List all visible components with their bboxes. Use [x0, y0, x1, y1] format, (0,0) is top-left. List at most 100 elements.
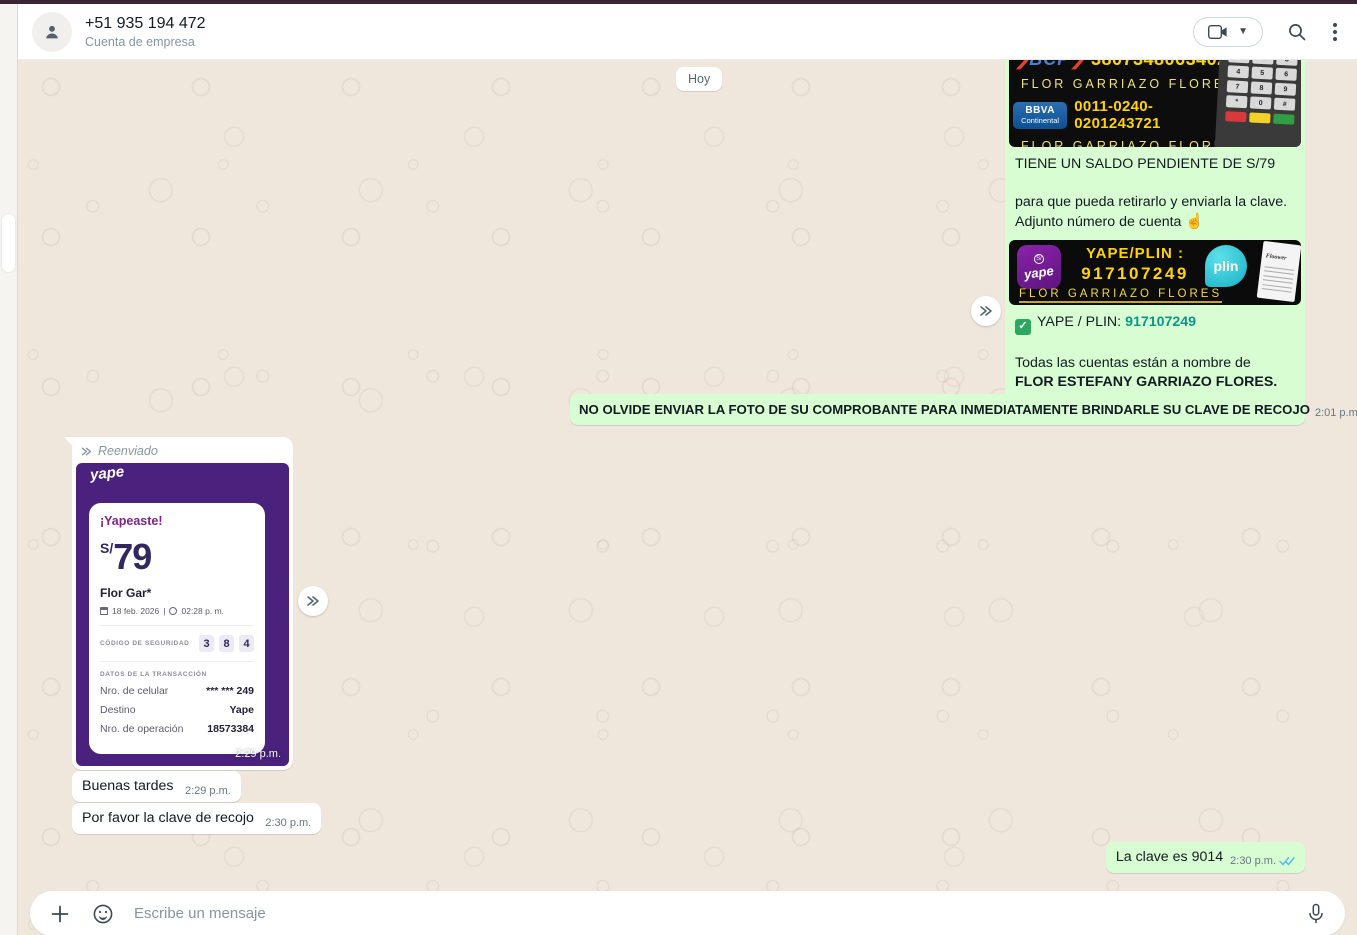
whatsapp-window: +51 935 194 472 Cuenta de empresa ▼ Hoy	[0, 0, 1357, 935]
message-composer	[30, 891, 1345, 935]
plin-logo: plin	[1205, 245, 1247, 287]
security-digit: 3	[199, 635, 214, 652]
pos-key: 9	[1275, 83, 1297, 96]
yape-plin-heading: YAPE/PLIN :	[1069, 245, 1201, 262]
search-button[interactable]	[1287, 22, 1307, 42]
yape-app-icon: S/ yape	[1017, 245, 1061, 289]
receipt-title: ¡Yapeaste!	[100, 514, 254, 528]
pos-key: 8	[1251, 81, 1273, 94]
pos-key: 0	[1250, 96, 1272, 109]
forward-icon	[978, 304, 994, 318]
bcp-owner-name: FLOR GARRIAZO FLORES	[1021, 77, 1219, 91]
timestamp: 2:30 p.m.	[1230, 855, 1276, 867]
receipt-time: 02:28 p. m.	[181, 606, 224, 616]
sticker-button[interactable]	[88, 899, 118, 929]
voice-message-button[interactable]	[1303, 899, 1329, 929]
yape-plin-image[interactable]: S/ yape YAPE/PLIN : 917107249 plin Floow…	[1009, 240, 1301, 305]
chat-header: +51 935 194 472 Cuenta de empresa ▼	[18, 4, 1357, 60]
bbva-account-row: BBVA Continental 0011-0240-0201243721	[1013, 98, 1219, 132]
transaction-row: Nro. de celular *** *** 249	[100, 685, 254, 697]
person-icon	[41, 21, 63, 43]
contact-status: Cuenta de empresa	[85, 35, 1193, 49]
yape-line2: Todas las cuentas están a nombre de	[1015, 354, 1295, 373]
timestamp: 2:29 p.m.	[185, 785, 231, 797]
message-text: NO OLVIDE ENVIAR LA FOTO DE SU COMPROBAN…	[579, 400, 1310, 419]
message-text: La clave es 9014	[1116, 848, 1223, 867]
pos-key: #	[1274, 98, 1296, 111]
pos-key: *	[1226, 95, 1248, 108]
pos-key: 7	[1227, 80, 1249, 93]
forward-icon	[80, 446, 93, 457]
timestamp: 2:30 p.m.	[265, 817, 311, 829]
security-code-row: CÓDIGO DE SEGURIDAD 3 8 4	[100, 635, 254, 652]
message-text: Buenas tardes	[82, 778, 174, 794]
row-value: Yape	[229, 704, 254, 716]
separator: |	[163, 606, 165, 616]
search-icon	[1287, 22, 1307, 42]
row-value: 18573384	[207, 723, 254, 735]
security-digit: 4	[239, 635, 254, 652]
yape-number-link[interactable]: 917107249	[1125, 314, 1196, 330]
bbva-owner-name: FLOR GARRIAZO FLORES	[1021, 139, 1219, 147]
check-mark-emoji: ✓	[1015, 319, 1031, 335]
row-label: Nro. de celular	[100, 685, 168, 697]
left-rail	[0, 4, 18, 935]
forward-button[interactable]	[971, 296, 1001, 326]
message-outgoing-key[interactable]: La clave es 9014 2:30 p.m.	[1106, 842, 1305, 873]
forward-button[interactable]	[298, 586, 328, 616]
pos-key: 5	[1251, 66, 1273, 79]
mic-icon	[1307, 903, 1325, 925]
timestamp: 2:29 p.m.	[235, 748, 281, 760]
plin-logo-text: plin	[1214, 258, 1239, 274]
rail-scroll-thumb[interactable]	[2, 214, 15, 272]
contact-avatar[interactable]	[32, 12, 72, 52]
receipt-amount: S/79	[100, 536, 254, 578]
transaction-row: Destino Yape	[100, 704, 254, 716]
receipt-paper-illustration: Floower	[1257, 241, 1301, 302]
pointing-up-emoji: ☝	[1185, 213, 1204, 230]
transaction-row: Nro. de operación 18573384	[100, 723, 254, 735]
forward-icon	[305, 594, 321, 608]
receipt-card: ¡Yapeaste! S/79 Flor Gar* 18 feb. 2026 |…	[89, 503, 265, 754]
saldo-line2: para que pueda retirarlo y enviarla la c…	[1015, 193, 1295, 212]
message-incoming-greeting[interactable]: Buenas tardes 2:29 p.m.	[72, 771, 241, 802]
pos-key: 4	[1227, 65, 1249, 78]
message-text: TIENE UN SALDO PENDIENTE DE S/79 para qu…	[1009, 147, 1301, 232]
yape-owner-name: FLOR GARRIAZO FLORES	[1019, 288, 1222, 303]
yape-badge: S/	[1034, 254, 1044, 264]
bbva-account-number: 0011-0240-0201243721	[1074, 98, 1219, 132]
security-digit: 8	[219, 635, 234, 652]
yape-line3: FLOR ESTEFANY GARRIAZO FLORES.	[1015, 373, 1295, 392]
video-call-icon	[1208, 25, 1228, 39]
message-outgoing-yape[interactable]: S/ yape YAPE/PLIN : 917107249 plin Floow…	[1005, 236, 1305, 418]
message-outgoing-saldo[interactable]: ❯BCP❯ 38073480634024 FLOR GARRIAZO FLORE…	[1005, 30, 1305, 258]
chevron-down-icon: ▼	[1238, 26, 1248, 37]
message-outgoing-comprobante[interactable]: NO OLVIDE ENVIAR LA FOTO DE SU COMPROBAN…	[570, 394, 1305, 425]
sticker-icon	[92, 903, 114, 925]
message-text: Por favor la clave de recojo	[82, 810, 254, 826]
yape-receipt-image[interactable]: yape ¡Yapeaste! S/79 Flor Gar* 18 feb. 2…	[76, 463, 289, 766]
currency-symbol: S/	[100, 540, 113, 556]
message-incoming-receipt[interactable]: Reenviado yape ¡Yapeaste! S/79 Flor Gar*…	[72, 437, 293, 770]
yape-logo: yape	[89, 463, 125, 483]
contact-info[interactable]: +51 935 194 472 Cuenta de empresa	[85, 15, 1193, 49]
timestamp: 2:01 p.m.	[1315, 407, 1357, 419]
message-text: ✓ YAPE / PLIN: 917107249 Todas las cuenta…	[1009, 305, 1301, 392]
video-call-button[interactable]: ▼	[1193, 17, 1263, 47]
calendar-icon	[100, 607, 108, 615]
yape-label: YAPE / PLIN:	[1037, 314, 1121, 330]
attach-button[interactable]	[46, 900, 74, 928]
bbva-logo-subtext: Continental	[1021, 116, 1059, 125]
yape-plin-heading-block: YAPE/PLIN : 917107249	[1069, 245, 1201, 284]
row-label: Nro. de operación	[100, 723, 183, 735]
menu-button[interactable]	[1331, 21, 1339, 43]
message-incoming-request[interactable]: Por favor la clave de recojo 2:30 p.m.	[72, 803, 321, 834]
message-input[interactable]	[134, 905, 1303, 922]
plus-icon	[50, 904, 70, 924]
transaction-data-label: DATOS DE LA TRANSACCIÓN	[100, 671, 254, 678]
amount-value: 79	[113, 536, 151, 577]
read-receipt-icon	[1279, 856, 1295, 867]
paper-brand: Floower	[1265, 253, 1286, 261]
receipt-payee: Flor Gar*	[100, 586, 254, 600]
yape-plin-number: 917107249	[1069, 264, 1201, 284]
